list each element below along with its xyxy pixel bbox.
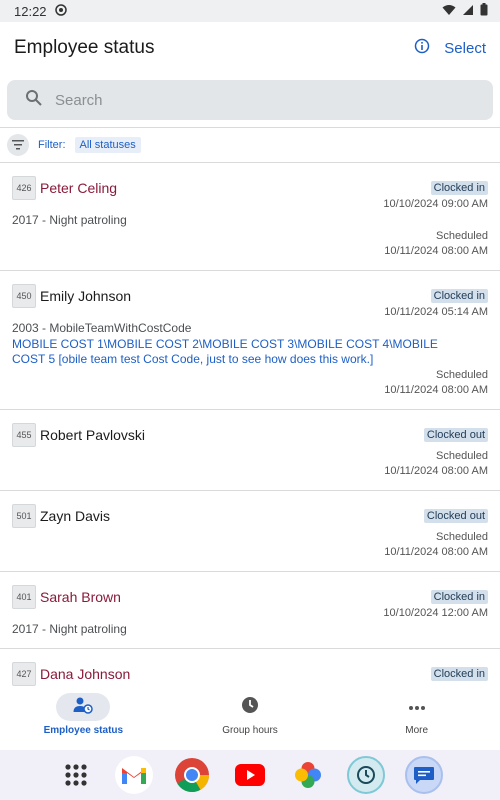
status-badge: Clocked in (430, 667, 488, 681)
wifi-icon (442, 4, 456, 19)
status-badge: Clocked out (423, 428, 488, 442)
scheduled-label: Scheduled (436, 230, 488, 242)
employee-row[interactable]: 450 Emily Johnson Clocked in 10/11/2024 … (0, 271, 500, 410)
nav-pill (390, 693, 444, 721)
search-field[interactable]: Search (7, 80, 493, 120)
info-icon[interactable] (414, 38, 430, 59)
app-grid-icon[interactable] (57, 756, 95, 794)
status-badge: Clocked in (430, 289, 488, 303)
bottom-navigation: Employee status Group hours More (0, 687, 500, 747)
gmail-icon[interactable] (115, 756, 153, 794)
employee-id: 426 (12, 176, 36, 200)
nav-employee-status[interactable]: Employee status (0, 687, 167, 747)
scheduled-time: 10/11/2024 08:00 AM (384, 384, 488, 396)
employee-row[interactable]: 427 Dana Johnson Clocked in (0, 649, 500, 687)
filter-row: Filter: All statuses (0, 130, 500, 160)
employee-row[interactable]: 426 Peter Celing Clocked in 10/10/2024 0… (0, 163, 500, 271)
divider (0, 127, 500, 128)
search-placeholder: Search (55, 91, 103, 109)
employee-id: 401 (12, 585, 36, 609)
employee-list: 426 Peter Celing Clocked in 10/10/2024 0… (0, 163, 500, 687)
team-label: 2003 - MobileTeamWithCostCode (12, 321, 192, 335)
nav-more[interactable]: More (333, 687, 500, 747)
photos-icon[interactable] (289, 756, 327, 794)
status-time: 10/10/2024 12:00 AM (383, 607, 488, 619)
status-badge: Clocked in (430, 590, 488, 604)
timeclock-app-icon[interactable] (347, 756, 385, 794)
employee-name: Zayn Davis (40, 508, 111, 524)
battery-icon (480, 3, 488, 19)
team-label: 2017 - Night patroling (12, 622, 127, 636)
employee-name: Peter Celing (40, 180, 118, 196)
signal-icon (462, 4, 474, 19)
scheduled-time: 10/11/2024 08:00 AM (384, 245, 488, 257)
scheduled-label: Scheduled (436, 450, 488, 462)
person-clock-icon (73, 696, 94, 719)
employee-name: Robert Pavlovski (40, 427, 146, 443)
nav-label: Employee status (43, 725, 124, 736)
filter-icon[interactable] (7, 134, 29, 156)
team-label: 2017 - Night patroling (12, 213, 127, 227)
cost-code-text: MOBILE COST 1\MOBILE COST 2\MOBILE COST … (12, 337, 438, 366)
nav-group-hours[interactable]: Group hours (167, 687, 334, 747)
system-dock (0, 750, 500, 800)
nav-pill (56, 693, 111, 721)
employee-name: Dana Johnson (40, 666, 131, 682)
nav-pill (223, 693, 277, 721)
employee-id: 455 (12, 423, 36, 447)
scheduled-label: Scheduled (436, 369, 488, 381)
employee-row[interactable]: 455 Robert Pavlovski Clocked out Schedul… (0, 410, 500, 491)
employee-name: Emily Johnson (40, 288, 132, 304)
more-dots-icon (408, 698, 426, 716)
clock-icon (241, 696, 259, 719)
status-time: 10/10/2024 09:00 AM (383, 198, 488, 210)
scheduled-label: Scheduled (436, 531, 488, 543)
employee-name: Sarah Brown (40, 589, 121, 605)
nav-label: More (405, 725, 429, 736)
employee-id: 427 (12, 662, 36, 686)
employee-row[interactable]: 501 Zayn Davis Clocked out Scheduled 10/… (0, 491, 500, 572)
status-badge: Clocked in (430, 181, 488, 195)
status-time: 10/11/2024 05:14 AM (384, 306, 488, 318)
notification-icon (54, 3, 67, 19)
chrome-icon[interactable] (173, 756, 211, 794)
employee-id: 501 (12, 504, 36, 528)
status-badge: Clocked out (423, 509, 488, 523)
select-button[interactable]: Select (444, 40, 486, 57)
youtube-icon[interactable] (231, 756, 269, 794)
employee-row[interactable]: 401 Sarah Brown Clocked in 10/10/2024 12… (0, 572, 500, 649)
page-title: Employee status (14, 37, 155, 58)
scheduled-time: 10/11/2024 08:00 AM (384, 465, 488, 477)
system-status-bar: 12:22 (0, 0, 500, 22)
filter-chip-all-statuses[interactable]: All statuses (74, 137, 141, 153)
filter-label: Filter: (38, 139, 66, 151)
search-icon (25, 89, 43, 112)
scheduled-time: 10/11/2024 08:00 AM (384, 546, 488, 558)
status-time: 12:22 (14, 3, 47, 19)
messages-icon[interactable] (405, 756, 443, 794)
app-bar: Employee status Select (0, 24, 500, 72)
nav-label: Group hours (222, 725, 278, 736)
employee-id: 450 (12, 284, 36, 308)
